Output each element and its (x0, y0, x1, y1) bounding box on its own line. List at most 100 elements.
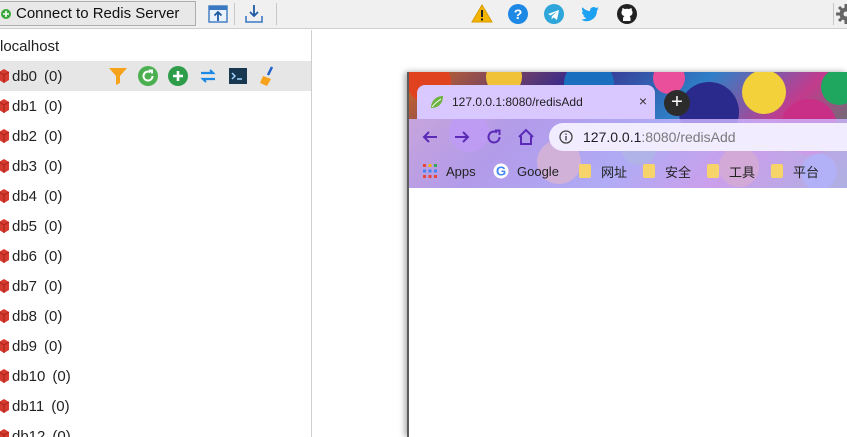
bookmark-folder-2[interactable]: 安全 (643, 162, 691, 180)
database-key-count: (0) (44, 157, 63, 175)
database-key-count: (0) (44, 187, 63, 205)
redis-db-icon (0, 399, 10, 413)
apps-grid-icon (423, 164, 437, 178)
bookmark-folder-3[interactable]: 工具 (707, 162, 755, 180)
toolbar-divider (833, 3, 834, 25)
bookmark-apps-label: Apps (446, 163, 476, 179)
telegram-icon[interactable] (543, 3, 565, 25)
bookmark-folder-3-label: 工具 (729, 164, 756, 180)
google-icon: G (493, 163, 509, 179)
settings-icon[interactable] (835, 3, 847, 25)
redis-db-icon (0, 339, 10, 353)
database-node[interactable]: db7 (0) (0, 271, 311, 301)
database-name: db8 (12, 307, 38, 325)
database-name: db12 (12, 427, 46, 437)
help-icon[interactable]: ? (507, 3, 529, 25)
database-node[interactable]: db12 (0) (0, 421, 311, 437)
bookmark-folder-1[interactable]: 网址 (579, 162, 627, 180)
redis-db-icon (0, 249, 10, 263)
back-icon[interactable] (421, 128, 439, 146)
browser-page-content[interactable] (409, 188, 847, 437)
flush-icon[interactable] (197, 65, 219, 87)
bookmark-folder-4-label: 平台 (793, 164, 820, 180)
browser-navbar: 127.0.0.1:8080/redisAdd (409, 119, 847, 155)
url-host: 127.0.0.1 (583, 129, 642, 145)
database-key-count: (0) (44, 97, 63, 115)
connect-button-label: Connect to Redis Server (16, 5, 180, 22)
database-key-count: (0) (44, 217, 63, 235)
toolbar-divider (234, 3, 235, 25)
database-node[interactable]: db5 (0) (0, 211, 311, 241)
site-info-icon[interactable] (559, 130, 573, 144)
warning-icon[interactable] (471, 3, 493, 25)
database-node[interactable]: db3 (0) (0, 151, 311, 181)
address-bar[interactable]: 127.0.0.1:8080/redisAdd (549, 123, 847, 151)
bookmark-folder-4[interactable]: 平台 (771, 162, 819, 180)
connection-tree: localhost db0 (0) db1 (0) db2 (0) db3 (0) db4 (0)… (0, 30, 311, 437)
filter-icon[interactable] (107, 65, 129, 87)
database-node[interactable]: db6 (0) (0, 241, 311, 271)
folder-icon (579, 164, 591, 178)
database-key-count: (0) (44, 67, 63, 85)
export-icon[interactable] (243, 3, 265, 25)
main-toolbar: Connect to Redis Server ? (0, 0, 847, 29)
database-key-count: (0) (44, 127, 63, 145)
redis-db-icon (0, 279, 10, 293)
database-name: db3 (12, 157, 38, 175)
reload-icon[interactable] (137, 65, 159, 87)
database-node[interactable]: db8 (0) (0, 301, 311, 331)
database-name: db5 (12, 217, 38, 235)
reload-icon[interactable] (485, 128, 503, 146)
toolbar-divider (276, 3, 277, 25)
database-key-count: (0) (52, 427, 71, 437)
redis-db-icon (0, 429, 10, 437)
github-icon[interactable] (616, 3, 638, 25)
bookmarks-bar: Apps G Google 网址 安全 工具 平台 (409, 155, 847, 188)
clean-icon[interactable] (257, 65, 279, 87)
redis-db-icon (0, 69, 10, 83)
tab-title: 127.0.0.1:8080/redisAdd (452, 95, 583, 109)
connect-to-redis-server-button[interactable]: Connect to Redis Server (0, 1, 196, 26)
database-node[interactable]: db2 (0) (0, 121, 311, 151)
database-node[interactable]: db11 (0) (0, 391, 311, 421)
database-name: db7 (12, 277, 38, 295)
bookmark-apps[interactable]: Apps (423, 162, 476, 180)
database-key-count: (0) (44, 307, 63, 325)
forward-icon[interactable] (453, 128, 471, 146)
database-node[interactable]: db9 (0) (0, 331, 311, 361)
database-name: db1 (12, 97, 38, 115)
redis-db-icon (0, 219, 10, 233)
database-name: db6 (12, 247, 38, 265)
bookmark-folder-2-label: 安全 (665, 164, 692, 180)
bookmark-google[interactable]: G Google (493, 162, 559, 180)
database-name: db0 (12, 67, 38, 85)
bookmark-google-label: Google (517, 163, 559, 179)
database-node[interactable]: db10 (0) (0, 361, 311, 391)
twitter-icon[interactable] (579, 3, 601, 25)
database-key-count: (0) (44, 277, 63, 295)
redis-db-icon (0, 129, 10, 143)
bookmark-folder-1-label: 网址 (601, 164, 628, 180)
home-icon[interactable] (517, 128, 535, 146)
database-key-count: (0) (44, 247, 63, 265)
database-node[interactable]: db0 (0) (0, 61, 311, 91)
folder-icon (643, 164, 655, 178)
database-node[interactable]: db4 (0) (0, 181, 311, 211)
redis-db-icon (0, 189, 10, 203)
browser-tab[interactable]: 127.0.0.1:8080/redisAdd × (417, 85, 655, 119)
import-icon[interactable] (207, 3, 229, 25)
tab-close-icon[interactable]: × (639, 93, 647, 109)
add-key-icon[interactable] (167, 65, 189, 87)
server-node-localhost[interactable]: localhost (0, 34, 59, 60)
browser-window: 127.0.0.1:8080/redisAdd × + 127.0.0.1:8… (407, 72, 847, 437)
plus-circle-icon (1, 8, 11, 19)
redis-db-icon (0, 309, 10, 323)
database-key-count: (0) (51, 397, 70, 415)
new-tab-button[interactable]: + (664, 90, 690, 116)
database-name: db2 (12, 127, 38, 145)
database-node[interactable]: db1 (0) (0, 91, 311, 121)
folder-icon (771, 164, 783, 178)
database-row-actions (107, 65, 279, 87)
svg-text:?: ? (514, 6, 523, 22)
console-icon[interactable] (227, 65, 249, 87)
